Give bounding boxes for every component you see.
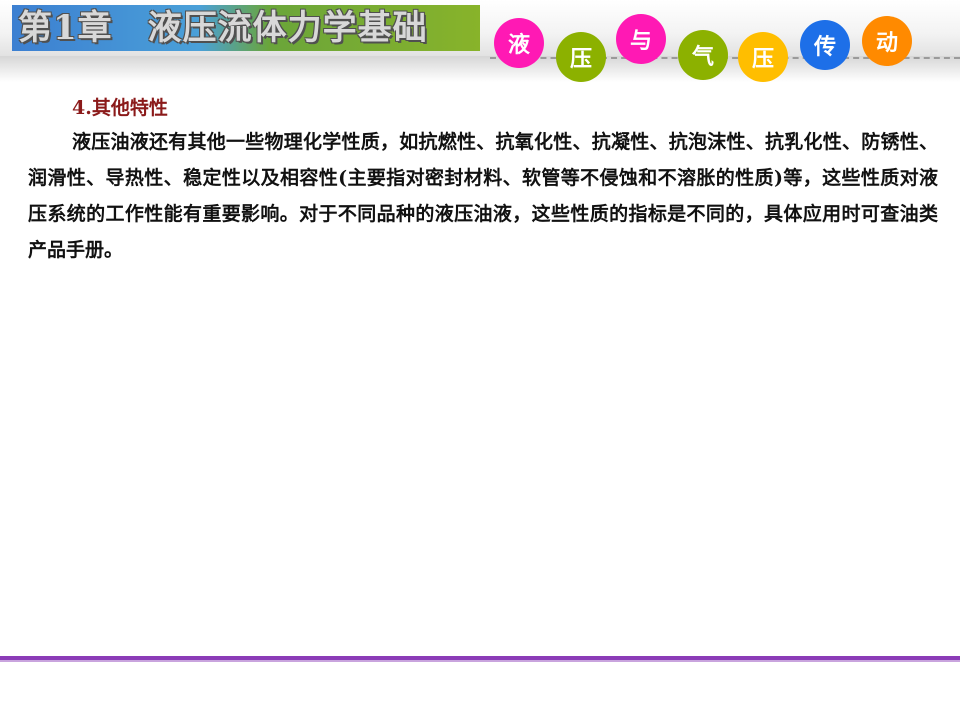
book-char-7: 动 xyxy=(862,16,912,66)
slide-header: 第1章 液压流体力学基础 液 压 与 气 压 传 动 xyxy=(0,0,960,90)
footer-divider-shadow xyxy=(0,660,960,662)
book-char-3: 与 xyxy=(616,14,666,64)
chapter-title: 第1章 液压流体力学基础 xyxy=(18,8,428,48)
book-char-5: 压 xyxy=(738,32,788,82)
slide-content: 4.其他特性 液压油液还有其他一些物理化学性质，如抗燃性、抗氧化性、抗凝性、抗泡… xyxy=(28,92,938,268)
book-char-4: 气 xyxy=(678,30,728,80)
section-heading: 4.其他特性 xyxy=(72,97,168,119)
book-char-1: 液 xyxy=(494,18,544,68)
book-char-6: 传 xyxy=(800,20,850,70)
book-char-2: 压 xyxy=(556,32,606,82)
body-paragraph: 液压油液还有其他一些物理化学性质，如抗燃性、抗氧化性、抗凝性、抗泡沫性、抗乳化性… xyxy=(28,131,938,261)
book-title-circles: 液 压 与 气 压 传 动 xyxy=(490,10,960,82)
chapter-title-box: 第1章 液压流体力学基础 xyxy=(12,5,480,51)
